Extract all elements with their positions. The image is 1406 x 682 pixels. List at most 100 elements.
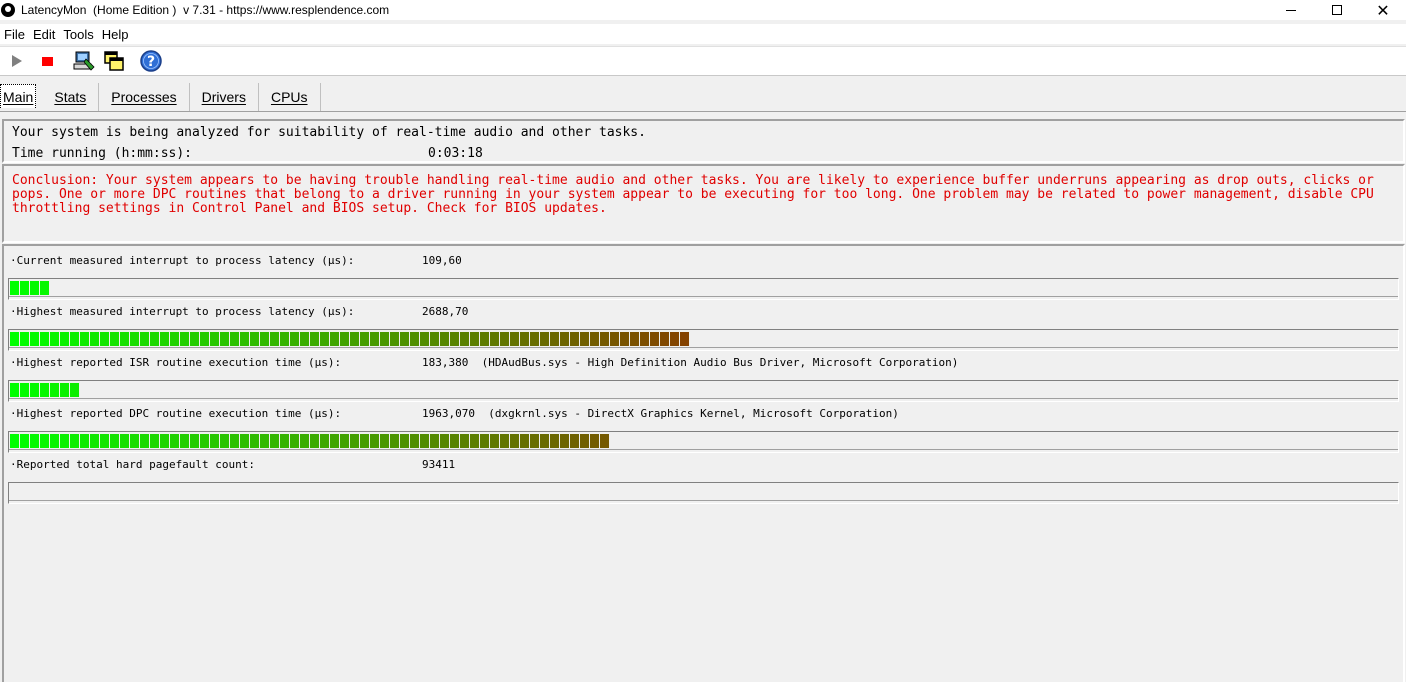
analysis-status-text: Your system is being analyzed for suitab… [12, 125, 646, 140]
stat-value: 2688,70 [422, 305, 469, 318]
meter-segment [510, 434, 519, 448]
meter-segment [290, 332, 299, 346]
meter-segment [40, 281, 49, 295]
meter-segment [50, 332, 59, 346]
meter-segment [220, 434, 229, 448]
meter-segment [180, 332, 189, 346]
meter-segment [430, 332, 439, 346]
close-button[interactable]: ✕ [1360, 0, 1406, 20]
meter-segment [140, 332, 149, 346]
meter-segment [10, 383, 19, 397]
meter-segment [400, 434, 409, 448]
latency-meter-fill [10, 434, 610, 448]
latency-meter-fill [10, 383, 80, 397]
meter-segment [510, 332, 519, 346]
tab-drivers[interactable]: Drivers [190, 83, 259, 111]
meter-segment [570, 332, 579, 346]
meter-segment [70, 383, 79, 397]
tab-main[interactable]: Main [0, 84, 37, 108]
meter-segment [20, 281, 29, 295]
start-button[interactable] [4, 48, 30, 74]
meter-segment [60, 383, 69, 397]
stat-value: 109,60 [422, 254, 462, 267]
meter-segment [430, 434, 439, 448]
meter-segment [440, 332, 449, 346]
meter-segment [360, 332, 369, 346]
meter-segment [110, 434, 119, 448]
stat-value: 93411 [422, 458, 456, 471]
meter-segment [180, 434, 189, 448]
menu-help[interactable]: Help [98, 27, 133, 42]
meter-segment [530, 434, 539, 448]
meter-segment [90, 332, 99, 346]
meter-segment [590, 434, 599, 448]
meter-segment [560, 332, 569, 346]
computer-button[interactable] [71, 48, 97, 74]
stat-value: 1963,070 (dxgkrnl.sys - DirectX Graphics… [422, 407, 899, 420]
tab-processes[interactable]: Processes [99, 83, 190, 111]
windows-button[interactable] [101, 48, 127, 74]
meter-segment [170, 434, 179, 448]
meter-segment [560, 434, 569, 448]
latency-meter [8, 482, 1399, 504]
meter-segment [270, 434, 279, 448]
tab-cpus[interactable]: CPUs [259, 83, 321, 111]
meter-segment [160, 434, 169, 448]
meter-segment [260, 434, 269, 448]
meter-segment [530, 332, 539, 346]
meter-segment [410, 332, 419, 346]
meter-segment [130, 434, 139, 448]
meter-segment [100, 332, 109, 346]
help-button[interactable]: ? [138, 48, 164, 74]
time-running-label: Time running (h:mm:ss): [12, 146, 193, 161]
svg-text:?: ? [147, 54, 155, 70]
meter-segment [450, 434, 459, 448]
tab-stats[interactable]: Stats [42, 83, 100, 111]
meter-segment [50, 434, 59, 448]
meter-segment [310, 332, 319, 346]
meter-segment [550, 434, 559, 448]
windows-icon [104, 51, 124, 71]
meter-segment [640, 332, 649, 346]
latency-stats-panel: ·Current measured interrupt to process l… [2, 244, 1405, 682]
meter-segment [450, 332, 459, 346]
stop-button[interactable] [34, 48, 60, 74]
minimize-button[interactable] [1268, 0, 1314, 20]
meter-segment [590, 332, 599, 346]
meter-segment [320, 332, 329, 346]
menu-file[interactable]: File [0, 27, 29, 42]
meter-segment [550, 332, 559, 346]
meter-segment [390, 434, 399, 448]
meter-segment [500, 434, 509, 448]
latency-meter [8, 329, 1399, 351]
meter-segment [70, 332, 79, 346]
meter-segment [670, 332, 679, 346]
stat-label: ·Reported total hard pagefault count: [10, 458, 256, 471]
meter-segment [210, 332, 219, 346]
maximize-button[interactable] [1314, 0, 1360, 20]
latency-meter-fill [10, 332, 690, 346]
meter-segment [20, 332, 29, 346]
stat-value: 183,380 (HDAudBus.sys - High Definition … [422, 356, 959, 369]
meter-segment [420, 332, 429, 346]
latency-meter-fill [10, 281, 50, 295]
meter-segment [480, 434, 489, 448]
meter-segment [380, 434, 389, 448]
meter-segment [350, 332, 359, 346]
meter-segment [100, 434, 109, 448]
meter-segment [460, 434, 469, 448]
meter-segment [110, 332, 119, 346]
app-icon [1, 3, 15, 17]
menu-tools[interactable]: Tools [59, 27, 97, 42]
window-title: LatencyMon (Home Edition ) v 7.31 - http… [21, 3, 390, 17]
meter-segment [490, 434, 499, 448]
meter-segment [300, 434, 309, 448]
menu-edit[interactable]: Edit [29, 27, 59, 42]
meter-segment [360, 434, 369, 448]
meter-segment [30, 434, 39, 448]
meter-segment [410, 434, 419, 448]
meter-segment [570, 434, 579, 448]
meter-segment [340, 332, 349, 346]
meter-segment [150, 434, 159, 448]
meter-segment [270, 332, 279, 346]
